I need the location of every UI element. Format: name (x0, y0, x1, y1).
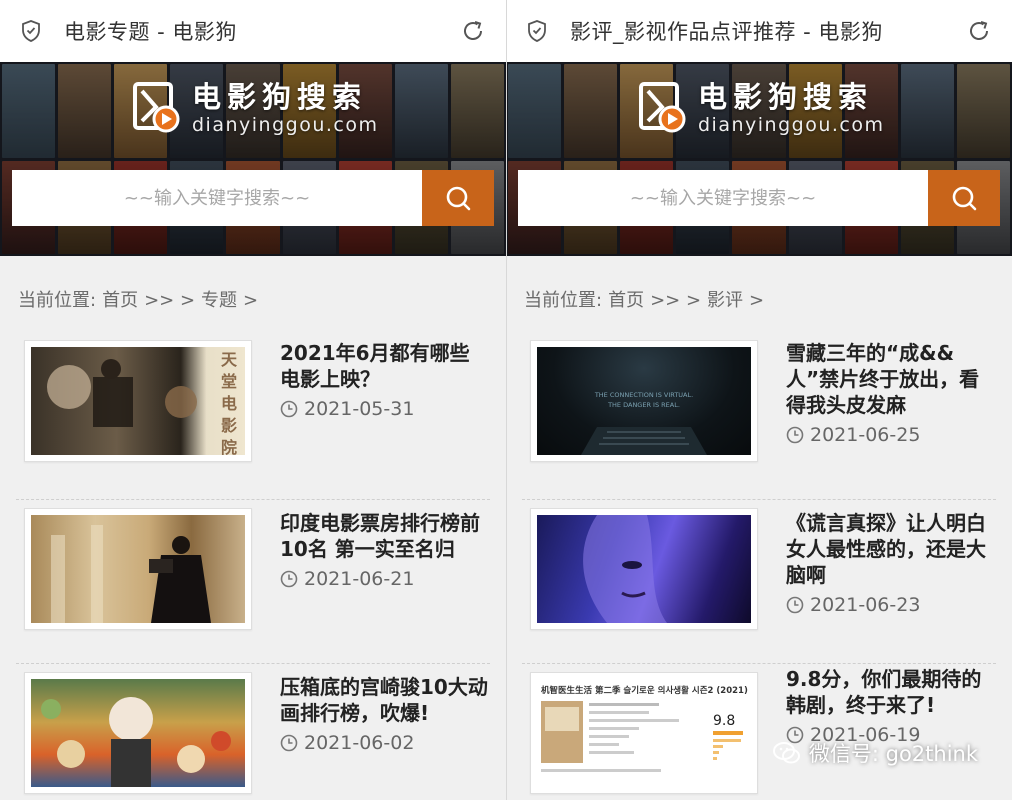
list-item[interactable]: 天 堂 电 影 院 2021年6月都有哪些电影上映？ 2021-05-31 (16, 336, 490, 500)
page-title: 影评_影视作品点评推荐 - 电影狗 (570, 20, 883, 44)
article-thumbnail[interactable]: THE CONNECTION IS VIRTUAL. THE DANGER IS… (530, 340, 758, 462)
clock-icon (280, 400, 298, 418)
wechat-watermark: 微信号: go2think (772, 738, 978, 768)
svg-text:影: 影 (221, 416, 237, 435)
article-thumbnail[interactable] (24, 508, 252, 630)
article-title[interactable]: 雪藏三年的“成&&人”禁片终于放出，看得我头皮发麻 (786, 340, 994, 418)
list-item[interactable]: 压箱底的宫崎骏10大动画排行榜，吹爆! 2021-06-02 (16, 664, 490, 800)
article-title[interactable]: 《谎言真探》让人明白女人最性感的，还是大脑啊 (786, 510, 994, 588)
drama-card-score: 9.8 (713, 713, 735, 729)
svg-text:堂: 堂 (221, 372, 237, 391)
article-date: 2021-06-02 (280, 732, 414, 754)
date-text: 2021-05-31 (304, 398, 415, 420)
left-panel: 电影专题 - 电影狗 电影狗搜索 dianyinggou.com ~~输入关键字… (0, 0, 506, 800)
article-thumbnail[interactable] (530, 508, 758, 630)
breadcrumb-prefix: 当前位置: (18, 290, 97, 311)
date-text: 2021-06-25 (810, 424, 921, 446)
logo-domain: dianyinggou.com (698, 114, 885, 136)
date-text: 2021-06-02 (304, 732, 415, 754)
hero-banner: 电影狗搜索 dianyinggou.com (506, 62, 1012, 256)
article-title[interactable]: 2021年6月都有哪些电影上映？ (280, 340, 488, 392)
article-list: 天 堂 电 影 院 2021年6月都有哪些电影上映？ 2021-05-31 印度… (16, 336, 490, 800)
search-bar (518, 170, 1000, 226)
article-list: THE CONNECTION IS VIRTUAL. THE DANGER IS… (522, 336, 996, 800)
right-panel: 影评_影视作品点评推荐 - 电影狗 电影狗搜索 dianyinggou.com … (506, 0, 1012, 800)
date-text: 2021-06-21 (304, 568, 415, 590)
breadcrumb-separator: > (243, 290, 259, 311)
article-date: 2021-05-31 (280, 398, 414, 420)
breadcrumb-separator: > (749, 290, 765, 311)
article-date: 2021-06-23 (786, 594, 920, 616)
svg-text:院: 院 (221, 438, 237, 455)
search-bar (12, 170, 494, 226)
breadcrumb: 当前位置: 首页 >> > 影评 > (524, 286, 770, 312)
logo-title: 电影狗搜索 (698, 80, 874, 114)
breadcrumb-home-link[interactable]: 首页 (102, 290, 138, 311)
svg-text:天: 天 (221, 350, 238, 369)
clock-icon (786, 596, 804, 614)
site-logo[interactable]: 电影狗搜索 dianyinggou.com (132, 80, 379, 136)
breadcrumb-current[interactable]: 专题 (201, 290, 237, 311)
browser-top-bar: 影评_影视作品点评推荐 - 电影狗 (506, 0, 1012, 62)
breadcrumb-current[interactable]: 影评 (707, 290, 743, 311)
refresh-icon[interactable] (964, 16, 994, 46)
shield-icon (524, 18, 550, 44)
logo-icon (639, 82, 686, 133)
list-item[interactable]: THE CONNECTION IS VIRTUAL. THE DANGER IS… (522, 336, 996, 500)
search-button[interactable] (422, 170, 494, 226)
search-icon (952, 186, 977, 211)
article-title[interactable]: 9.8分，你们最期待的韩剧，终于来了! (786, 666, 994, 718)
watermark-text: 微信号: go2think (808, 742, 978, 766)
drama-card-title: 机智医生生活 第二季 슬기로운 의사생활 시즌2 (2021) (541, 685, 748, 696)
hero-banner: 电影狗搜索 dianyinggou.com (0, 62, 506, 256)
article-thumbnail[interactable]: 天 堂 电 影 院 (24, 340, 252, 462)
thumb-caption-line1: THE CONNECTION IS VIRTUAL. (594, 391, 693, 399)
breadcrumb-separator: >> > (650, 290, 702, 311)
svg-text:电: 电 (221, 394, 237, 413)
list-item[interactable]: 机智医生生活 第二季 슬기로운 의사생활 시즌2 (2021) 9.8 9.8分… (522, 664, 996, 800)
article-thumbnail[interactable] (24, 672, 252, 794)
article-title[interactable]: 印度电影票房排行榜前10名 第一实至名归 (280, 510, 488, 562)
breadcrumb-home-link[interactable]: 首页 (608, 290, 644, 311)
clock-icon (786, 426, 804, 444)
thumb-caption-line2: THE DANGER IS REAL. (607, 401, 680, 409)
article-thumbnail[interactable]: 机智医生生活 第二季 슬기로운 의사생활 시즌2 (2021) 9.8 (530, 672, 758, 794)
clock-icon (280, 734, 298, 752)
article-date: 2021-06-25 (786, 424, 920, 446)
article-date: 2021-06-21 (280, 568, 414, 590)
date-text: 2021-06-23 (810, 594, 921, 616)
search-button[interactable] (928, 170, 1000, 226)
site-logo[interactable]: 电影狗搜索 dianyinggou.com (638, 80, 885, 136)
refresh-icon[interactable] (458, 16, 488, 46)
wechat-icon (772, 742, 800, 764)
shield-icon (18, 18, 44, 44)
search-icon (446, 186, 471, 211)
logo-title: 电影狗搜索 (192, 80, 368, 114)
search-input[interactable] (518, 170, 928, 226)
clock-icon (280, 570, 298, 588)
browser-top-bar: 电影专题 - 电影狗 (0, 0, 506, 62)
search-input[interactable] (12, 170, 422, 226)
list-item[interactable]: 《谎言真探》让人明白女人最性感的，还是大脑啊 2021-06-23 (522, 500, 996, 664)
breadcrumb-separator: >> > (144, 290, 196, 311)
breadcrumb: 当前位置: 首页 >> > 专题 > (18, 286, 264, 312)
list-item[interactable]: 印度电影票房排行榜前10名 第一实至名归 2021-06-21 (16, 500, 490, 664)
logo-icon (133, 82, 180, 133)
page-title: 电影专题 - 电影狗 (64, 20, 237, 44)
breadcrumb-prefix: 当前位置: (524, 290, 603, 311)
article-title[interactable]: 压箱底的宫崎骏10大动画排行榜，吹爆! (280, 674, 488, 726)
logo-domain: dianyinggou.com (192, 114, 379, 136)
